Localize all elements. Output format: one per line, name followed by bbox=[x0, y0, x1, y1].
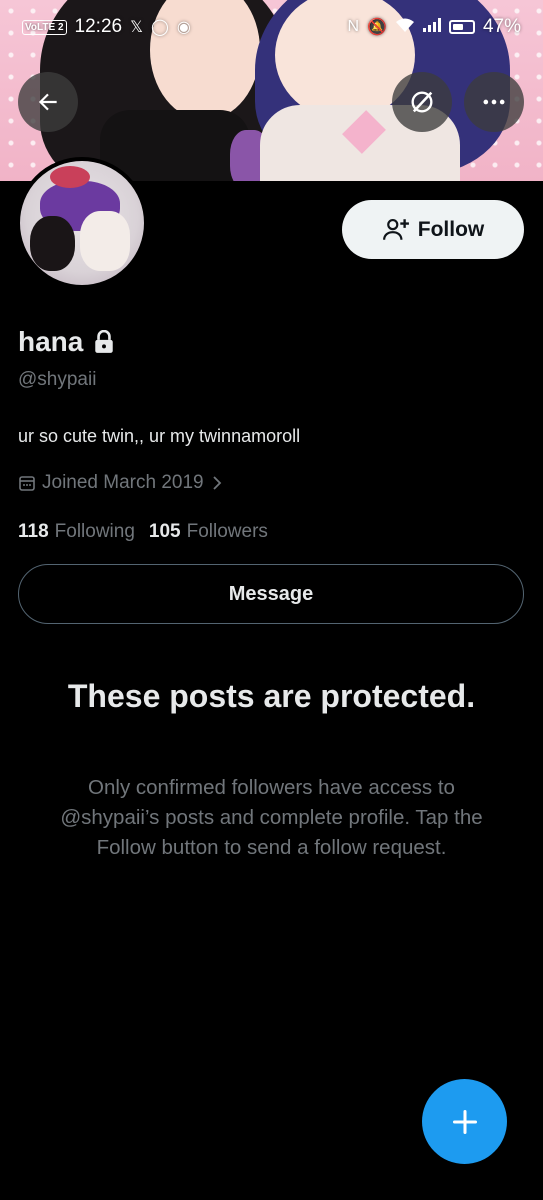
profile-handle: @shypaii bbox=[18, 369, 97, 390]
joined-date[interactable]: Joined March 2019 bbox=[18, 472, 224, 494]
signal-icon bbox=[422, 17, 441, 37]
protected-description: Only confirmed followers have access to … bbox=[60, 776, 483, 859]
following-stat[interactable]: 118 Following bbox=[18, 521, 149, 543]
avatar-art-figure-dark bbox=[30, 216, 75, 271]
status-bar: VoLTE 2 12:26 𝕏 ◯ ◉ N 🔕 47% bbox=[0, 0, 543, 54]
status-bar-left: VoLTE 2 12:26 𝕏 ◯ ◉ bbox=[22, 16, 191, 38]
lock-icon bbox=[95, 330, 114, 353]
status-time: 12:26 bbox=[74, 16, 123, 37]
back-button[interactable] bbox=[18, 72, 78, 132]
person-add-icon bbox=[382, 218, 409, 240]
volte-badge: VoLTE 2 bbox=[22, 19, 67, 35]
follow-button[interactable]: Follow bbox=[342, 200, 524, 259]
display-name: hana bbox=[18, 326, 84, 357]
calendar-icon bbox=[19, 476, 35, 491]
follow-button-label: Follow bbox=[417, 217, 485, 241]
arrow-left-icon bbox=[38, 93, 57, 111]
followers-label: Followers bbox=[186, 521, 268, 542]
avatar-art-accent bbox=[50, 166, 90, 188]
chat-bubble-icon: ◯ bbox=[150, 19, 169, 36]
grok-icon bbox=[411, 91, 433, 113]
avatar-art-figure-light bbox=[80, 211, 130, 271]
message-button[interactable]: Message bbox=[18, 564, 524, 624]
followers-count: 105 bbox=[148, 521, 181, 542]
profile-bio: ur so cute twin,, ur my twinnamoroll bbox=[18, 426, 301, 446]
message-button-label: Message bbox=[228, 582, 314, 605]
follow-stats: 118 Following 105 Followers bbox=[18, 521, 282, 543]
chevron-right-icon bbox=[212, 476, 221, 490]
protected-title: These posts are protected. bbox=[67, 678, 476, 714]
more-horizontal-icon bbox=[483, 99, 505, 105]
plus-icon bbox=[452, 1109, 477, 1134]
location-pin-icon: ◉ bbox=[176, 19, 191, 36]
following-count: 118 bbox=[18, 521, 49, 542]
grok-button[interactable] bbox=[392, 72, 452, 132]
profile-name-row: hana bbox=[18, 326, 115, 358]
battery-icon bbox=[448, 20, 475, 34]
x-logo-icon: 𝕏 bbox=[130, 19, 143, 36]
battery-level: 47% bbox=[482, 16, 521, 37]
joined-label: Joined March 2019 bbox=[42, 472, 204, 493]
nfc-icon: N bbox=[347, 18, 360, 35]
avatar[interactable] bbox=[16, 157, 148, 289]
wifi-icon bbox=[395, 17, 415, 38]
compose-button[interactable] bbox=[422, 1079, 507, 1164]
followers-stat[interactable]: 105 Followers bbox=[149, 521, 282, 543]
more-options-button[interactable] bbox=[464, 72, 524, 132]
following-label: Following bbox=[54, 521, 135, 542]
status-bar-right: N 🔕 47% bbox=[347, 16, 521, 38]
mute-icon: 🔕 bbox=[367, 19, 387, 36]
